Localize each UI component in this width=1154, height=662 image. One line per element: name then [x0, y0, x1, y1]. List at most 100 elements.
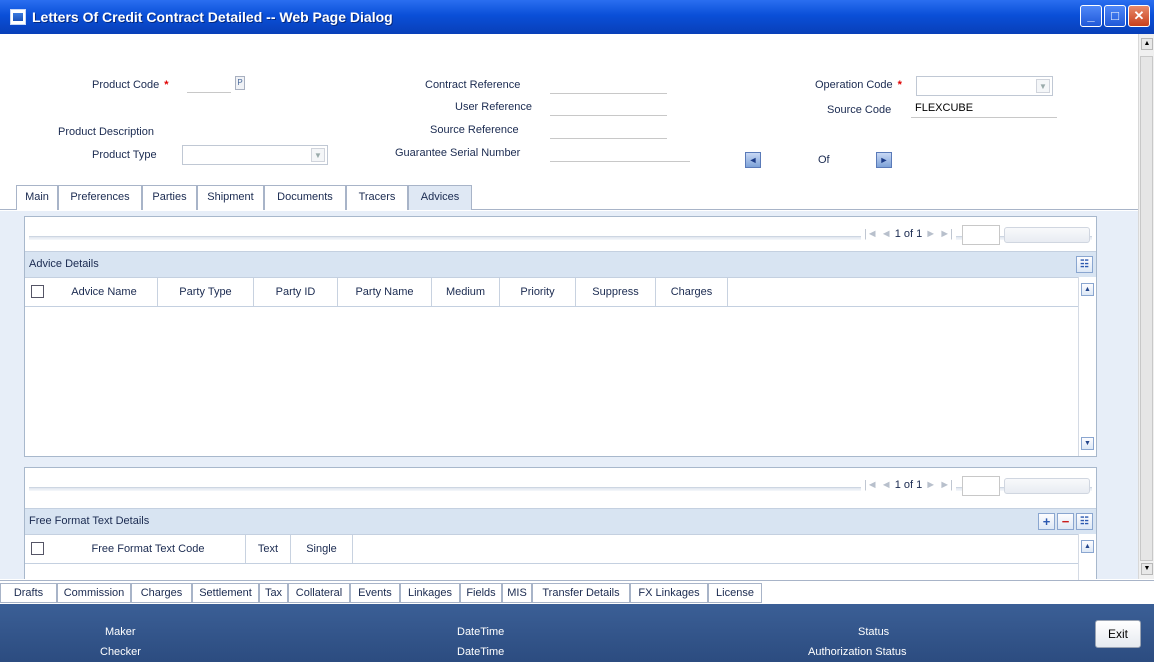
- btab-tax[interactable]: Tax: [259, 583, 288, 603]
- btab-charges[interactable]: Charges: [131, 583, 192, 603]
- main-tab-strip: Main Preferences Parties Shipment Docume…: [0, 185, 1138, 210]
- free-format-text-panel: |◄ ◄ 1 of 1 ► ►| Free Format Text Detail…: [24, 467, 1097, 580]
- close-button[interactable]: ✕: [1128, 5, 1150, 27]
- ff-go-button[interactable]: [1004, 478, 1090, 494]
- close-icon: ✕: [1133, 8, 1145, 23]
- product-type-select[interactable]: ▼: [182, 145, 328, 165]
- scroll-up-icon[interactable]: ▲: [1081, 540, 1094, 553]
- select-all-checkbox[interactable]: [31, 285, 44, 298]
- tab-parties[interactable]: Parties: [142, 185, 197, 210]
- product-code-input[interactable]: [187, 75, 231, 93]
- col-party-type: Party Type: [158, 278, 254, 306]
- add-row-button[interactable]: +: [1038, 513, 1055, 530]
- btab-commission[interactable]: Commission: [57, 583, 131, 603]
- user-reference-input[interactable]: [550, 98, 667, 116]
- btab-drafts[interactable]: Drafts: [0, 583, 57, 603]
- single-view-icon[interactable]: ☷: [1076, 256, 1093, 273]
- btab-mis[interactable]: MIS: [502, 583, 532, 603]
- advice-go-button[interactable]: [1004, 227, 1090, 243]
- btab-events[interactable]: Events: [350, 583, 400, 603]
- source-reference-input[interactable]: [550, 121, 667, 139]
- authorization-status-label: Authorization Status: [808, 646, 907, 658]
- advice-pager: |◄ ◄ 1 of 1 ► ►|: [25, 217, 1096, 251]
- guarantee-serial-input[interactable]: [550, 144, 690, 162]
- tab-main[interactable]: Main: [16, 185, 58, 210]
- ff-grid-scrollbar[interactable]: ▲: [1078, 534, 1096, 580]
- next-page-icon[interactable]: ►: [925, 228, 936, 240]
- source-reference-label: Source Reference: [430, 124, 519, 136]
- maker-datetime-label: DateTime: [457, 626, 505, 638]
- required-marker: *: [897, 79, 902, 91]
- window-vertical-scrollbar[interactable]: ▲ ▼: [1138, 34, 1154, 579]
- guarantee-serial-label: Guarantee Serial Number: [395, 147, 521, 159]
- btab-linkages[interactable]: Linkages: [400, 583, 460, 603]
- col-single: Single: [291, 535, 353, 563]
- checker-datetime-label: DateTime: [457, 646, 505, 658]
- prev-page-icon[interactable]: ◄: [881, 228, 892, 240]
- product-type-label: Product Type: [92, 149, 157, 161]
- record-of-label: Of: [818, 154, 830, 166]
- tab-tracers[interactable]: Tracers: [346, 185, 408, 210]
- single-view-icon[interactable]: ☷: [1076, 513, 1093, 530]
- first-page-icon[interactable]: |◄: [864, 228, 878, 240]
- advices-tab-body: |◄ ◄ 1 of 1 ► ►| Advice Details ☷ Advice…: [0, 211, 1138, 580]
- prev-page-icon[interactable]: ◄: [881, 479, 892, 491]
- first-page-icon[interactable]: |◄: [864, 479, 878, 491]
- btab-transfer-details[interactable]: Transfer Details: [532, 583, 630, 603]
- next-page-icon[interactable]: ►: [925, 479, 936, 491]
- next-record-button[interactable]: ►: [876, 152, 892, 168]
- window-app-icon: [10, 9, 26, 25]
- scroll-down-icon[interactable]: ▼: [1141, 563, 1153, 575]
- btab-fields[interactable]: Fields: [460, 583, 502, 603]
- tab-preferences[interactable]: Preferences: [58, 185, 142, 210]
- audit-footer: Maker Checker DateTime DateTime Status A…: [0, 604, 1154, 662]
- product-code-lov-icon[interactable]: P: [235, 76, 245, 90]
- minimize-button[interactable]: _: [1080, 5, 1102, 27]
- btab-settlement[interactable]: Settlement: [192, 583, 259, 603]
- tab-documents[interactable]: Documents: [264, 185, 346, 210]
- advice-page-indicator: |◄ ◄ 1 of 1 ► ►|: [860, 228, 956, 240]
- chevron-down-icon: ▼: [1036, 79, 1050, 93]
- ff-page-input[interactable]: [962, 476, 1000, 496]
- title-bar: Letters Of Credit Contract Detailed -- W…: [0, 0, 1154, 34]
- col-advice-name: Advice Name: [51, 278, 158, 306]
- scroll-down-icon[interactable]: ▼: [1081, 437, 1094, 450]
- scroll-up-icon[interactable]: ▲: [1081, 283, 1094, 296]
- contract-reference-label: Contract Reference: [425, 79, 521, 91]
- window-title: Letters Of Credit Contract Detailed -- W…: [32, 9, 393, 25]
- advice-section-header: Advice Details ☷: [25, 251, 1096, 277]
- delete-row-button[interactable]: −: [1057, 513, 1074, 530]
- col-party-id: Party ID: [254, 278, 338, 306]
- previous-record-button[interactable]: ◄: [745, 152, 761, 168]
- btab-fx-linkages[interactable]: FX Linkages: [630, 583, 708, 603]
- operation-code-select[interactable]: ▼: [916, 76, 1053, 96]
- advice-page-input[interactable]: [962, 225, 1000, 245]
- checker-label: Checker: [100, 646, 141, 658]
- col-priority: Priority: [500, 278, 576, 306]
- ff-page-indicator: |◄ ◄ 1 of 1 ► ►|: [860, 479, 956, 491]
- chevron-down-icon: ▼: [311, 148, 325, 162]
- btab-license[interactable]: License: [708, 583, 762, 603]
- btab-collateral[interactable]: Collateral: [288, 583, 350, 603]
- col-suppress: Suppress: [576, 278, 656, 306]
- last-page-icon[interactable]: ►|: [939, 479, 953, 491]
- bottom-tab-strip: Drafts Commission Charges Settlement Tax…: [0, 580, 1154, 604]
- user-reference-label: User Reference: [455, 101, 533, 113]
- tab-advices[interactable]: Advices: [408, 185, 472, 210]
- scroll-up-icon[interactable]: ▲: [1141, 38, 1153, 50]
- product-code-label: Product Code *: [92, 79, 169, 91]
- ff-pager: |◄ ◄ 1 of 1 ► ►|: [25, 468, 1096, 502]
- scroll-thumb[interactable]: [1140, 56, 1153, 561]
- source-code-label: Source Code: [827, 104, 892, 116]
- source-code-input[interactable]: FLEXCUBE: [911, 100, 1057, 118]
- maximize-button[interactable]: □: [1104, 5, 1126, 27]
- contract-reference-input[interactable]: [550, 76, 667, 94]
- exit-button[interactable]: Exit: [1095, 620, 1141, 648]
- last-page-icon[interactable]: ►|: [939, 228, 953, 240]
- window-controls: _ □ ✕: [1080, 5, 1150, 27]
- col-medium: Medium: [432, 278, 500, 306]
- advice-grid-scrollbar[interactable]: ▲ ▼: [1078, 277, 1096, 456]
- select-all-checkbox[interactable]: [31, 542, 44, 555]
- page-count-text: 1 of 1: [894, 479, 923, 491]
- tab-shipment[interactable]: Shipment: [197, 185, 264, 210]
